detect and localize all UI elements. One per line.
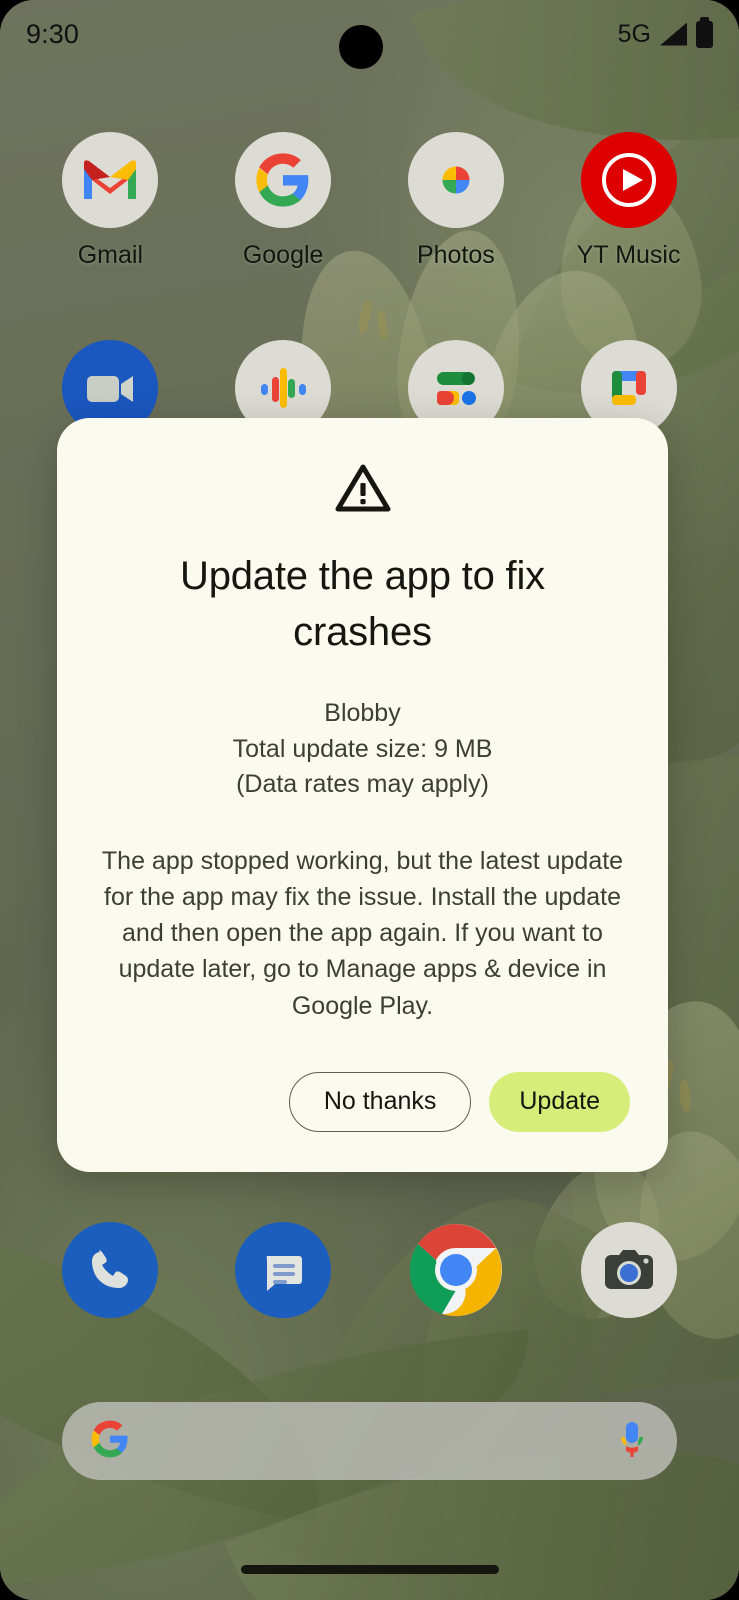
app-label: YT Music <box>577 241 681 270</box>
dialog-app-name: Blobby <box>91 696 634 732</box>
status-indicators: 5G <box>618 20 713 49</box>
dialog-data-note: (Data rates may apply) <box>91 767 634 803</box>
google-g-icon <box>90 1419 130 1464</box>
update-button[interactable]: Update <box>489 1072 630 1132</box>
dialog-app-info: Blobby Total update size: 9 MB (Data rat… <box>91 696 634 803</box>
chrome-icon[interactable] <box>408 1222 504 1318</box>
dock <box>0 1222 739 1318</box>
no-thanks-button[interactable]: No thanks <box>289 1072 472 1132</box>
status-bar: 9:30 5G <box>0 0 739 68</box>
phone-screen: 9:30 5G Gmail <box>0 0 739 1600</box>
youtube-music-icon <box>581 132 677 228</box>
camera-icon[interactable] <box>581 1222 677 1318</box>
search-input[interactable] <box>130 1402 615 1480</box>
google-search-bar[interactable] <box>62 1402 677 1480</box>
messages-icon[interactable] <box>235 1222 331 1318</box>
status-clock: 9:30 <box>26 19 79 50</box>
app-yt-music[interactable]: YT Music <box>559 132 699 270</box>
warning-triangle-icon <box>91 462 634 514</box>
app-google[interactable]: Google <box>213 132 353 270</box>
dialog-title: Update the app to fix crashes <box>91 548 634 660</box>
home-gesture-bar[interactable] <box>241 1565 499 1574</box>
network-type-label: 5G <box>618 20 651 49</box>
phone-icon[interactable] <box>62 1222 158 1318</box>
update-app-dialog: Update the app to fix crashes Blobby Tot… <box>57 418 668 1172</box>
signal-bars-icon <box>660 23 687 46</box>
battery-full-icon <box>696 21 713 48</box>
google-icon <box>235 132 331 228</box>
app-gmail[interactable]: Gmail <box>40 132 180 270</box>
app-photos[interactable]: Photos <box>386 132 526 270</box>
app-label: Photos <box>417 241 495 270</box>
dialog-actions: No thanks Update <box>91 1072 634 1132</box>
app-row-1: Gmail Google <box>0 132 739 270</box>
dialog-update-size: Total update size: 9 MB <box>91 732 634 768</box>
app-label: Gmail <box>78 241 143 270</box>
gmail-icon <box>62 132 158 228</box>
microphone-icon[interactable] <box>615 1419 649 1464</box>
google-photos-icon <box>408 132 504 228</box>
app-label: Google <box>243 241 324 270</box>
dialog-body-text: The app stopped working, but the latest … <box>91 843 634 1024</box>
